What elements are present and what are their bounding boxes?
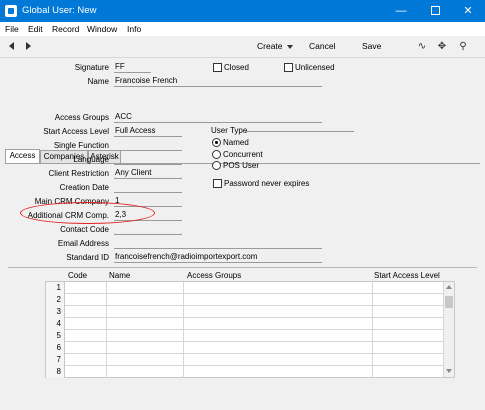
signature-field[interactable]: FF xyxy=(114,62,151,73)
window-title: Global User: New xyxy=(22,5,97,16)
password-never-expires-checkbox[interactable] xyxy=(213,179,222,188)
title-bar: Global User: New — ✕ xyxy=(0,0,485,22)
tab-access[interactable]: Access xyxy=(5,149,40,163)
highlight-ellipse xyxy=(20,202,155,224)
client-restriction-label: Client Restriction xyxy=(48,169,109,178)
create-label: Create xyxy=(257,41,283,51)
grid-header: Code Name Access Groups Start Access Lev… xyxy=(45,270,455,281)
table-row[interactable]: 3 xyxy=(46,306,455,318)
user-type-pos-user-label: POS User xyxy=(223,161,260,170)
create-button[interactable]: Create xyxy=(257,41,293,51)
table-row[interactable]: 7 xyxy=(46,354,455,366)
contact-code-label: Contact Code xyxy=(60,225,109,234)
user-type-concurrent-radio[interactable] xyxy=(212,150,221,159)
grid-col-code: Code xyxy=(68,271,88,280)
signature-label: Signature xyxy=(74,63,109,72)
access-groups-label: Access Groups xyxy=(54,113,109,122)
user-type-divider xyxy=(245,131,354,132)
creation-date-label: Creation Date xyxy=(59,183,109,192)
start-access-level-label: Start Access Level xyxy=(43,127,109,136)
row-number: 7 xyxy=(46,354,65,366)
unlicensed-label: Unlicensed xyxy=(295,63,335,72)
user-type-named-radio[interactable] xyxy=(212,138,221,147)
standard-id-field[interactable]: francoisefrench@radioimportexport.com xyxy=(114,252,322,263)
standard-id-label: Standard ID xyxy=(66,253,109,262)
row-number: 8 xyxy=(46,366,65,378)
search-icon[interactable]: ⚲ xyxy=(455,39,471,55)
grid-col-name: Name xyxy=(109,271,131,280)
maximize-button[interactable] xyxy=(418,0,452,22)
scroll-thumb[interactable] xyxy=(445,296,453,308)
row-number: 2 xyxy=(46,294,65,306)
row-number: 4 xyxy=(46,318,65,330)
email-address-field[interactable] xyxy=(114,238,322,249)
app-icon xyxy=(5,5,17,17)
email-address-label: Email Address xyxy=(57,239,109,248)
record-content: Signature FF Name Francoise French Close… xyxy=(0,58,485,410)
scroll-down-icon[interactable] xyxy=(446,369,452,373)
client-restriction-field[interactable]: Any Client xyxy=(114,168,182,179)
creation-date-field[interactable] xyxy=(114,182,182,193)
minimize-button[interactable]: — xyxy=(384,0,418,22)
table-row[interactable]: 2 xyxy=(46,294,455,306)
cancel-button[interactable]: Cancel xyxy=(309,41,335,51)
row-number: 6 xyxy=(46,342,65,354)
menu-record[interactable]: Record xyxy=(52,24,79,34)
row-number: 5 xyxy=(46,330,65,342)
user-type-named-label: Named xyxy=(223,138,249,147)
previous-record-icon[interactable] xyxy=(9,42,14,50)
save-button[interactable]: Save xyxy=(362,41,381,51)
name-field[interactable]: Francoise French xyxy=(114,76,322,87)
single-function-field[interactable] xyxy=(114,140,182,151)
maximize-icon xyxy=(430,5,440,15)
password-never-expires-label: Password never expires xyxy=(224,179,310,188)
access-groups-field[interactable]: ACC xyxy=(114,112,322,123)
language-label: Language xyxy=(73,155,109,164)
table-row[interactable]: 1 xyxy=(46,282,455,294)
chevron-down-icon xyxy=(286,44,293,49)
activity-icon[interactable]: ∿ xyxy=(414,39,430,55)
unlicensed-checkbox[interactable] xyxy=(284,63,293,72)
language-field[interactable] xyxy=(114,154,182,165)
table-row[interactable]: 8 xyxy=(46,366,455,378)
grid-col-access-groups: Access Groups xyxy=(187,271,242,280)
single-function-label: Single Function xyxy=(53,141,109,150)
toolbar: Create Cancel Save ∿ ✥ ⚲ xyxy=(0,36,485,58)
expand-icon[interactable]: ✥ xyxy=(434,39,450,55)
user-type-title: User Type xyxy=(211,126,248,135)
grid-scrollbar[interactable] xyxy=(443,282,454,377)
menu-edit[interactable]: Edit xyxy=(28,24,43,34)
grid-body: 1 2 3 4 5 6 7 8 xyxy=(45,281,455,378)
menu-window[interactable]: Window xyxy=(87,24,117,34)
row-number: 3 xyxy=(46,306,65,318)
scroll-up-icon[interactable] xyxy=(446,285,452,289)
grid-col-start-access-level: Start Access Level xyxy=(374,271,440,280)
closed-checkbox[interactable] xyxy=(213,63,222,72)
table-row[interactable]: 5 xyxy=(46,330,455,342)
section-divider xyxy=(8,267,477,268)
closed-label: Closed xyxy=(224,63,249,72)
user-type-pos-user-radio[interactable] xyxy=(212,161,221,170)
contact-code-field[interactable] xyxy=(114,224,182,235)
menu-info[interactable]: Info xyxy=(127,24,141,34)
access-grid: Code Name Access Groups Start Access Lev… xyxy=(45,270,455,378)
menu-bar: File Edit Record Window Info xyxy=(0,22,485,36)
start-access-level-field[interactable]: Full Access xyxy=(114,126,182,137)
table-row[interactable]: 4 xyxy=(46,318,455,330)
user-type-concurrent-label: Concurrent xyxy=(223,150,263,159)
row-number: 1 xyxy=(46,282,65,294)
menu-file[interactable]: File xyxy=(5,24,19,34)
close-button[interactable]: ✕ xyxy=(451,0,485,22)
table-row[interactable]: 6 xyxy=(46,342,455,354)
next-record-icon[interactable] xyxy=(26,42,31,50)
name-label: Name xyxy=(87,77,109,86)
